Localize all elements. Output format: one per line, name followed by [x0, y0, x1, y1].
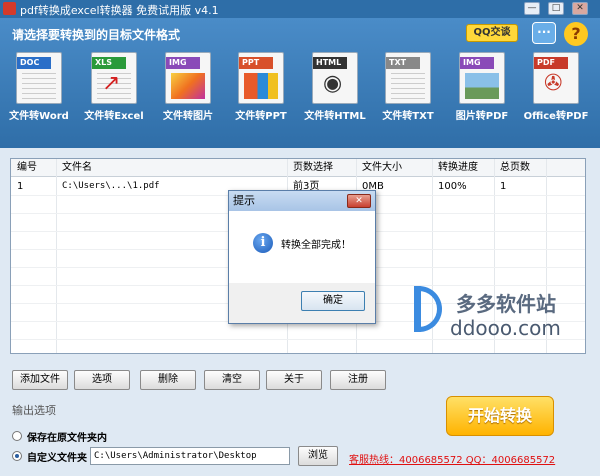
start-convert-button[interactable]: 开始转换	[446, 396, 554, 436]
format-prompt: 请选择要转换到的目标文件格式	[12, 28, 181, 42]
title-bar: pdf转换成excel转换器 免费试用版 v4.1 — □ ✕	[0, 0, 600, 18]
chat-bubble-icon[interactable]: ···	[532, 22, 556, 44]
close-button[interactable]: ✕	[572, 2, 588, 15]
table-header: 编号 文件名 页数选择 文件大小 转换进度 总页数	[11, 159, 585, 177]
watermark-logo-icon	[414, 286, 442, 332]
chart-arrow-icon: ↗	[102, 71, 121, 96]
format-excel-button[interactable]: XLS ↗ 文件转Excel	[84, 52, 144, 122]
column-header: 总页数	[500, 162, 530, 173]
row-number: 1	[17, 181, 24, 192]
format-label: Office转PDF	[523, 111, 589, 122]
custom-folder-radio[interactable]	[12, 451, 22, 461]
acrobat-icon: ✇	[544, 71, 563, 96]
about-button[interactable]: 关于	[266, 370, 322, 390]
register-button[interactable]: 注册	[330, 370, 386, 390]
excel-file-icon: XLS ↗	[91, 52, 137, 104]
app-window: pdf转换成excel转换器 免费试用版 v4.1 — □ ✕ 请选择要转换到的…	[0, 0, 600, 476]
format-html-button[interactable]: HTML ◉ 文件转HTML	[304, 52, 366, 122]
add-file-button[interactable]: 添加文件	[12, 370, 68, 390]
window-title: pdf转换成excel转换器 免费试用版 v4.1	[20, 4, 219, 17]
format-txt-button[interactable]: TXT 文件转TXT	[381, 52, 435, 122]
format-tag: HTML	[313, 57, 347, 69]
format-tag: DOC	[17, 57, 51, 69]
format-ppt-button[interactable]: PPT 文件转PPT	[234, 52, 288, 122]
format-tag: TXT	[386, 57, 420, 69]
ppt-file-icon: PPT	[238, 52, 284, 104]
column-header: 页数选择	[293, 162, 333, 173]
qq-chat-button[interactable]: QQ交谈	[466, 24, 518, 42]
column-header: 转换进度	[438, 162, 478, 173]
format-tag: IMG	[166, 57, 200, 69]
format-office-to-pdf-button[interactable]: PDF ✇ Office转PDF	[524, 52, 588, 122]
dialog-ok-button[interactable]: 确定	[301, 291, 365, 311]
help-icon[interactable]: ?	[564, 22, 588, 46]
format-word-button[interactable]: DOC 文件转Word	[9, 52, 69, 122]
clear-button[interactable]: 清空	[204, 370, 260, 390]
output-path-field[interactable]: C:\Users\Administrator\Desktop	[90, 447, 290, 465]
row-total-pages: 1	[500, 181, 507, 192]
pdf-file-icon: PDF ✇	[533, 52, 579, 104]
word-file-icon: DOC	[16, 52, 62, 104]
column-header: 编号	[17, 162, 37, 173]
format-label: 文件转TXT	[382, 111, 434, 122]
save-original-label: 保存在原文件夹内	[27, 433, 107, 444]
format-tag: PPT	[239, 57, 273, 69]
format-image-button[interactable]: IMG 文件转图片	[161, 52, 215, 122]
app-icon	[3, 2, 16, 15]
format-tag: PDF	[534, 57, 568, 69]
info-icon: i	[253, 233, 273, 253]
watermark-cn: 多多软件站	[456, 292, 556, 316]
maximize-button[interactable]: □	[548, 2, 564, 15]
image-file-icon: IMG	[165, 52, 211, 104]
format-label: 文件转PPT	[235, 111, 287, 122]
support-hotline-link[interactable]: 客服热线：4006685572 QQ：4006685572	[349, 451, 555, 466]
column-header: 文件大小	[362, 162, 402, 173]
txt-file-icon: TXT	[385, 52, 431, 104]
column-header: 文件名	[62, 162, 92, 173]
row-progress: 100%	[438, 181, 467, 192]
html-file-icon: HTML ◉	[312, 52, 358, 104]
format-header: 请选择要转换到的目标文件格式 QQ交谈 ··· ? DOC 文件转Word XL…	[0, 18, 600, 148]
row-filename: C:\Users\...\1.pdf	[62, 181, 160, 191]
format-label: 文件转Word	[9, 111, 69, 122]
format-label: 图片转PDF	[455, 111, 509, 122]
custom-folder-label: 自定义文件夹	[27, 453, 87, 464]
watermark-en: ddooo.com	[450, 316, 561, 340]
format-tag: XLS	[92, 57, 126, 69]
format-label: 文件转图片	[163, 111, 213, 122]
dialog-close-button[interactable]: ✕	[347, 194, 371, 208]
options-button[interactable]: 选项	[74, 370, 130, 390]
browse-button[interactable]: 浏览	[298, 446, 338, 466]
minimize-button[interactable]: —	[524, 2, 540, 15]
image-file-icon: IMG	[459, 52, 505, 104]
save-original-radio[interactable]	[12, 431, 22, 441]
dialog-message: 转换全部完成！	[281, 240, 351, 251]
dialog-body: i 转换全部完成！	[229, 211, 375, 283]
delete-button[interactable]: 删除	[140, 370, 196, 390]
completion-dialog: 提示 ✕ i 转换全部完成！ 确定	[228, 190, 376, 324]
format-label: 文件转Excel	[84, 111, 144, 122]
format-label: 文件转HTML	[304, 111, 366, 122]
globe-icon: ◉	[323, 71, 343, 96]
output-options-label: 输出选项	[12, 404, 56, 417]
format-img-to-pdf-button[interactable]: IMG 图片转PDF	[455, 52, 509, 122]
watermark: 多多软件站 ddooo.com	[410, 286, 590, 346]
format-tag: IMG	[460, 57, 494, 69]
